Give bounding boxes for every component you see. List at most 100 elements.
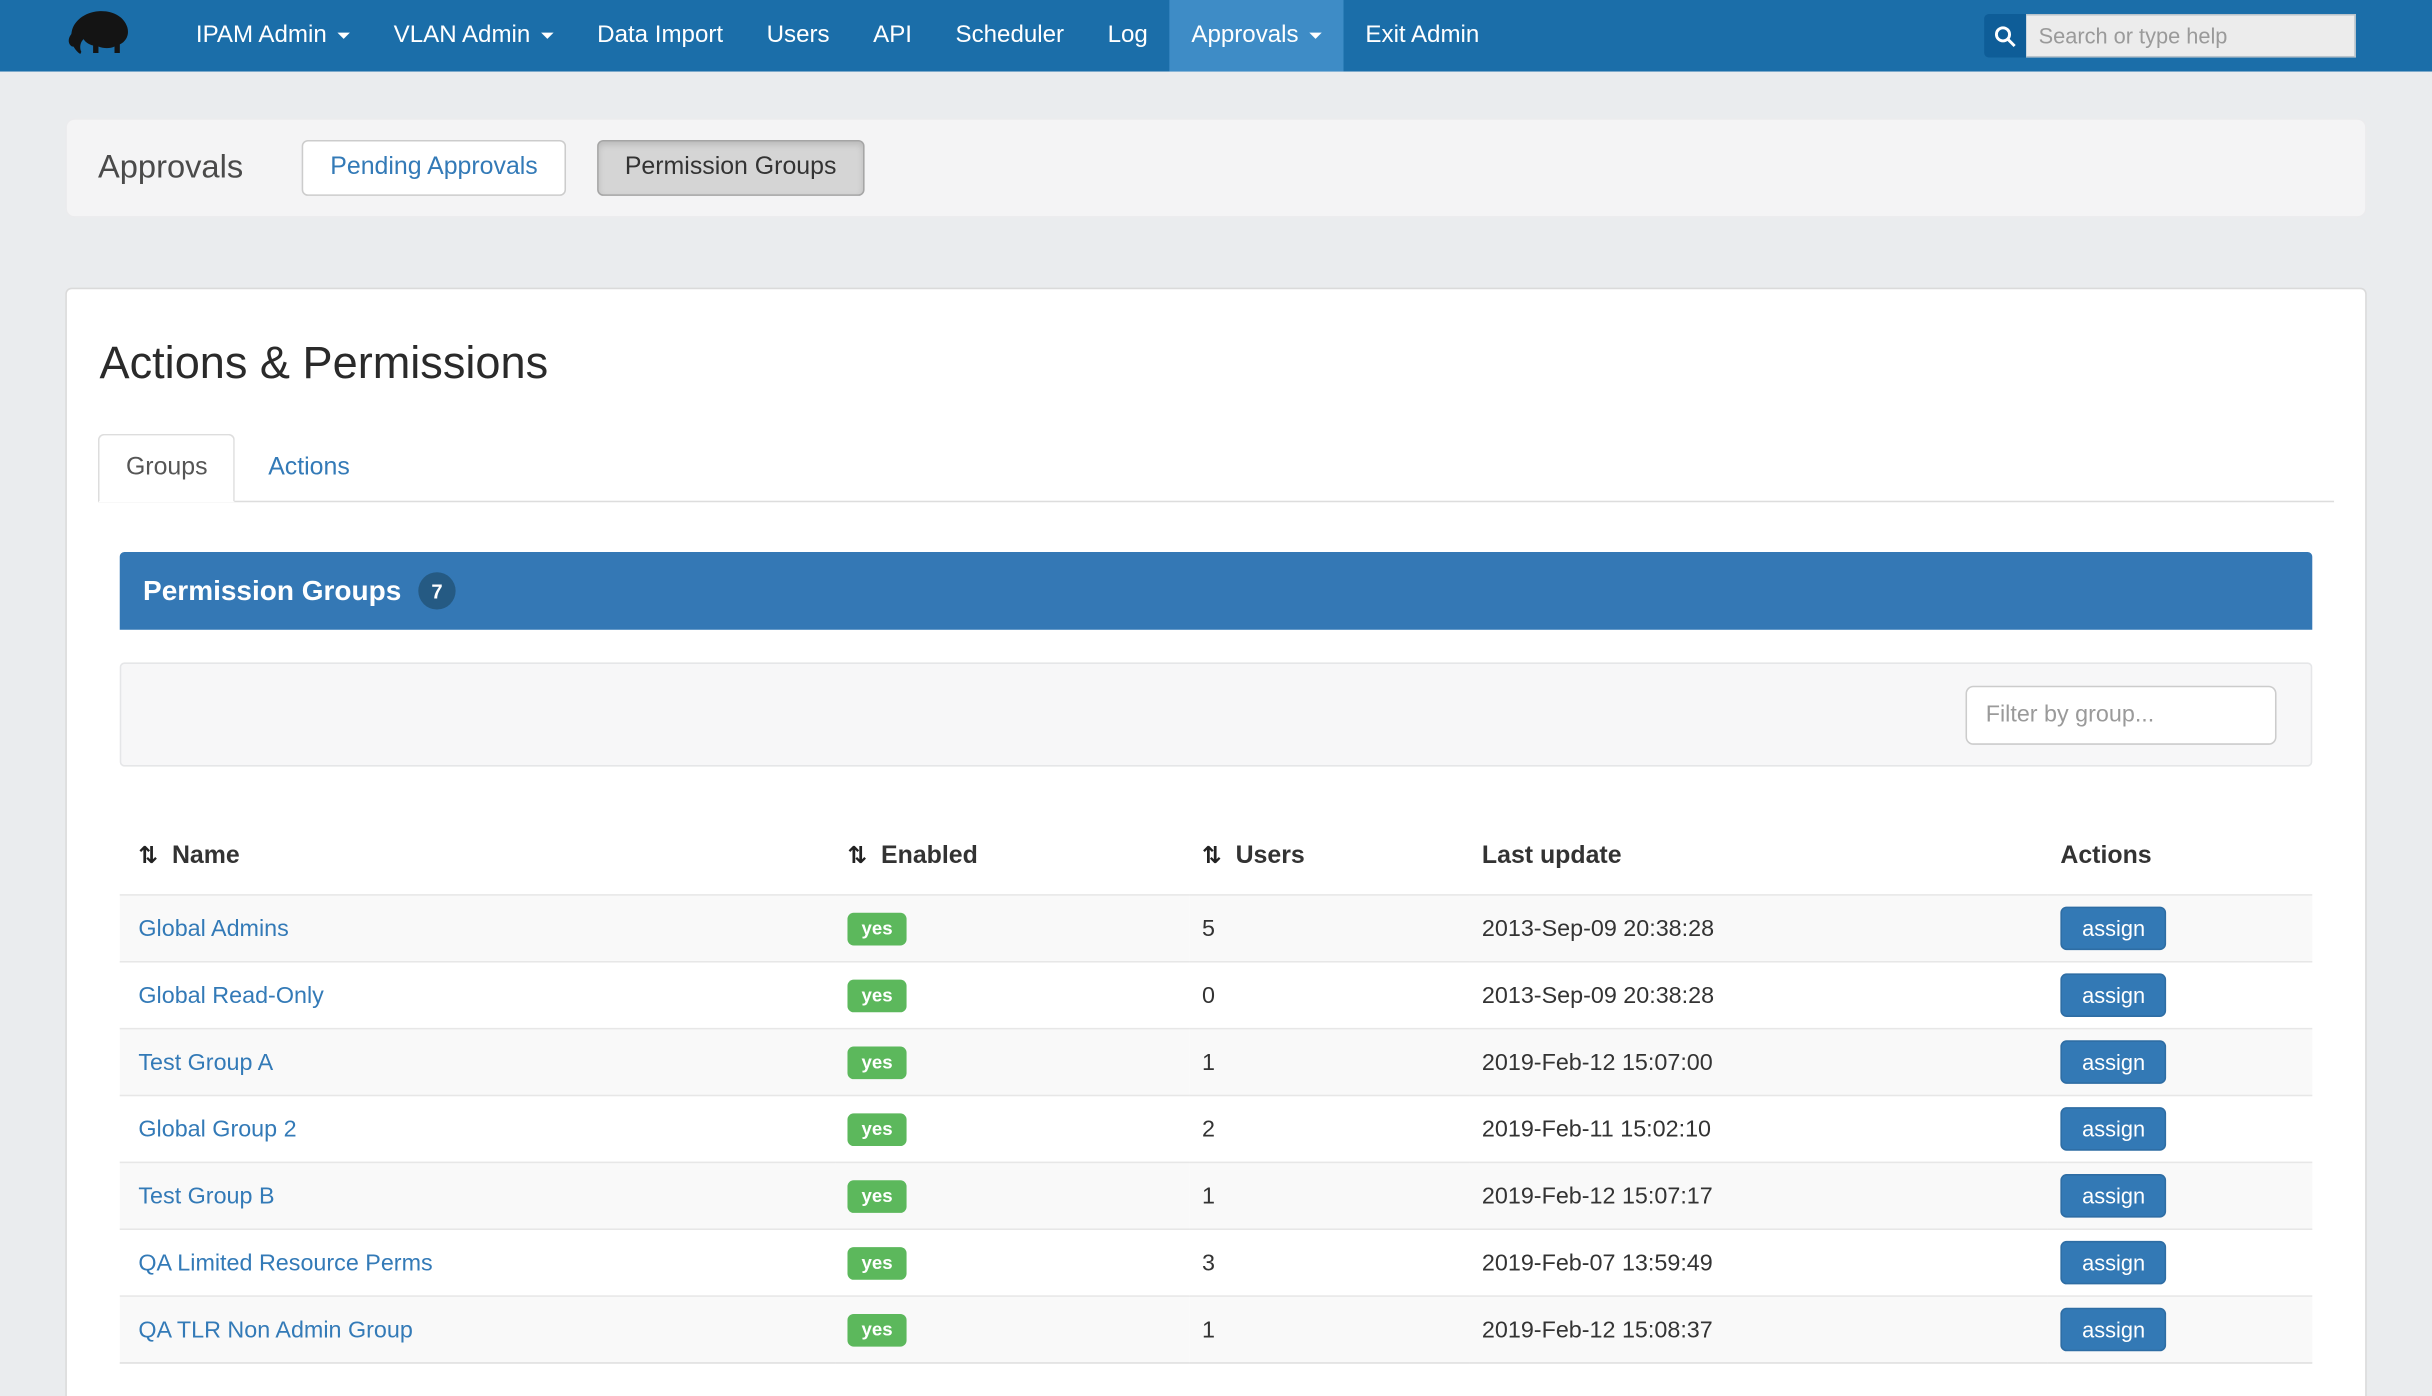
nav-item-log[interactable]: Log: [1086, 0, 1170, 72]
page-content: Approvals Pending Approvals Permission G…: [0, 72, 2432, 1396]
navbar-menu: IPAM Admin VLAN Admin Data Import Users API S…: [174, 0, 1501, 72]
table-row: Test Group A yes 1 2019-Feb-12 15:07:00 …: [120, 1029, 2313, 1096]
assign-button[interactable]: assign: [2060, 907, 2166, 951]
nav-item-label: Users: [767, 22, 830, 50]
permission-groups-panel-heading: Permission Groups 7: [120, 552, 2313, 630]
users-count: 0: [1190, 962, 1470, 1029]
last-update: 2019-Feb-07 13:59:49: [1469, 1229, 2047, 1296]
permission-groups-button[interactable]: Permission Groups: [597, 140, 865, 196]
sort-icon: ⇅: [1202, 841, 1222, 869]
filter-by-group-input[interactable]: [1966, 685, 2277, 744]
column-header-name[interactable]: ⇅ Name: [120, 829, 835, 895]
table-row: QA TLR Non Admin Group yes 1 2019-Feb-12…: [120, 1296, 2313, 1363]
nav-item-label: API: [873, 22, 912, 50]
enabled-badge: yes: [847, 1313, 906, 1346]
column-label: Actions: [2060, 842, 2151, 868]
top-navbar: IPAM Admin VLAN Admin Data Import Users API S…: [0, 0, 2432, 72]
group-name-link[interactable]: Global Read-Only: [138, 982, 323, 1008]
column-header-last-update: Last update: [1469, 829, 2047, 895]
assign-button[interactable]: assign: [2060, 1308, 2166, 1352]
enabled-badge: yes: [847, 1246, 906, 1279]
nav-item-users[interactable]: Users: [745, 0, 851, 72]
page-root: IPAM Admin VLAN Admin Data Import Users API S…: [0, 0, 2432, 1396]
assign-button[interactable]: assign: [2060, 1107, 2166, 1151]
card-title: Actions & Permissions: [67, 289, 2365, 434]
nav-item-vlan-admin[interactable]: VLAN Admin: [372, 0, 576, 72]
column-label: Name: [172, 843, 240, 869]
table-row: Global Read-Only yes 0 2013-Sep-09 20:38…: [120, 962, 2313, 1029]
last-update: 2019-Feb-12 15:07:00: [1469, 1029, 2047, 1096]
nav-item-approvals[interactable]: Approvals: [1170, 0, 1344, 72]
table-row: Global Group 2 yes 2 2019-Feb-11 15:02:1…: [120, 1095, 2313, 1162]
nav-item-ipam-admin[interactable]: IPAM Admin: [174, 0, 372, 72]
table-header-row: ⇅ Name ⇅ Enabled ⇅ Users Last update: [120, 829, 2313, 895]
page-title: Approvals: [98, 149, 243, 186]
column-header-enabled[interactable]: ⇅ Enabled: [835, 829, 1190, 895]
group-name-link[interactable]: QA TLR Non Admin Group: [138, 1316, 412, 1342]
column-label: Last update: [1482, 842, 1622, 868]
enabled-badge: yes: [847, 912, 906, 945]
last-update: 2013-Sep-09 20:38:28: [1469, 962, 2047, 1029]
permission-groups-table: ⇅ Name ⇅ Enabled ⇅ Users Last update: [120, 829, 2313, 1364]
nav-item-label: Scheduler: [956, 22, 1065, 50]
users-count: 2: [1190, 1095, 1470, 1162]
search-input[interactable]: [2026, 14, 2356, 58]
users-count: 1: [1190, 1162, 1470, 1229]
users-count: 1: [1190, 1029, 1470, 1096]
column-label: Enabled: [881, 843, 978, 869]
tab-bar: Groups Actions: [98, 434, 2334, 502]
users-count: 5: [1190, 895, 1470, 962]
group-name-link[interactable]: QA Limited Resource Perms: [138, 1249, 432, 1275]
group-name-link[interactable]: Test Group A: [138, 1049, 273, 1075]
app-logo[interactable]: [65, 0, 133, 72]
nav-item-label: VLAN Admin: [394, 22, 531, 50]
nav-item-label: Log: [1108, 22, 1148, 50]
assign-button[interactable]: assign: [2060, 1174, 2166, 1218]
assign-button[interactable]: assign: [2060, 973, 2166, 1017]
sort-icon: ⇅: [138, 841, 158, 869]
last-update: 2019-Feb-12 15:08:37: [1469, 1296, 2047, 1363]
nav-item-label: Data Import: [597, 22, 723, 50]
caret-down-icon: [338, 33, 350, 39]
mammoth-logo-icon: [65, 4, 133, 68]
nav-item-exit-admin[interactable]: Exit Admin: [1344, 0, 1501, 72]
table-row: QA Limited Resource Perms yes 3 2019-Feb…: [120, 1229, 2313, 1296]
group-name-link[interactable]: Global Group 2: [138, 1116, 296, 1142]
enabled-badge: yes: [847, 1179, 906, 1212]
table-row: Test Group B yes 1 2019-Feb-12 15:07:17 …: [120, 1162, 2313, 1229]
tab-groups[interactable]: Groups: [98, 434, 236, 502]
tab-actions[interactable]: Actions: [240, 434, 378, 502]
approvals-header-strip: Approvals Pending Approvals Permission G…: [65, 118, 2366, 218]
pending-approvals-button[interactable]: Pending Approvals: [302, 140, 565, 196]
navbar-search: [1984, 0, 2356, 72]
nav-item-api[interactable]: API: [851, 0, 933, 72]
group-name-link[interactable]: Global Admins: [138, 915, 288, 941]
nav-item-data-import[interactable]: Data Import: [575, 0, 744, 72]
sort-icon: ⇅: [847, 841, 867, 869]
users-count: 1: [1190, 1296, 1470, 1363]
group-name-link[interactable]: Test Group B: [138, 1183, 274, 1209]
last-update: 2013-Sep-09 20:38:28: [1469, 895, 2047, 962]
filter-toolbar: [120, 662, 2313, 766]
group-count-badge: 7: [418, 572, 455, 609]
enabled-badge: yes: [847, 1046, 906, 1079]
column-label: Users: [1236, 843, 1305, 869]
panel-title: Permission Groups: [143, 575, 401, 608]
nav-item-scheduler[interactable]: Scheduler: [934, 0, 1086, 72]
users-count: 3: [1190, 1229, 1470, 1296]
assign-button[interactable]: assign: [2060, 1241, 2166, 1285]
nav-item-label: Approvals: [1191, 22, 1298, 50]
column-header-users[interactable]: ⇅ Users: [1190, 829, 1470, 895]
last-update: 2019-Feb-11 15:02:10: [1469, 1095, 2047, 1162]
last-update: 2019-Feb-12 15:07:17: [1469, 1162, 2047, 1229]
caret-down-icon: [541, 33, 553, 39]
assign-button[interactable]: assign: [2060, 1040, 2166, 1084]
enabled-badge: yes: [847, 1113, 906, 1146]
caret-down-icon: [1309, 33, 1321, 39]
column-header-actions: Actions: [2048, 829, 2312, 895]
search-icon[interactable]: [1984, 14, 2026, 58]
enabled-badge: yes: [847, 979, 906, 1012]
groups-table-wrap: ⇅ Name ⇅ Enabled ⇅ Users Last update: [120, 829, 2313, 1364]
nav-item-label: Exit Admin: [1365, 22, 1479, 50]
nav-item-label: IPAM Admin: [196, 22, 327, 50]
